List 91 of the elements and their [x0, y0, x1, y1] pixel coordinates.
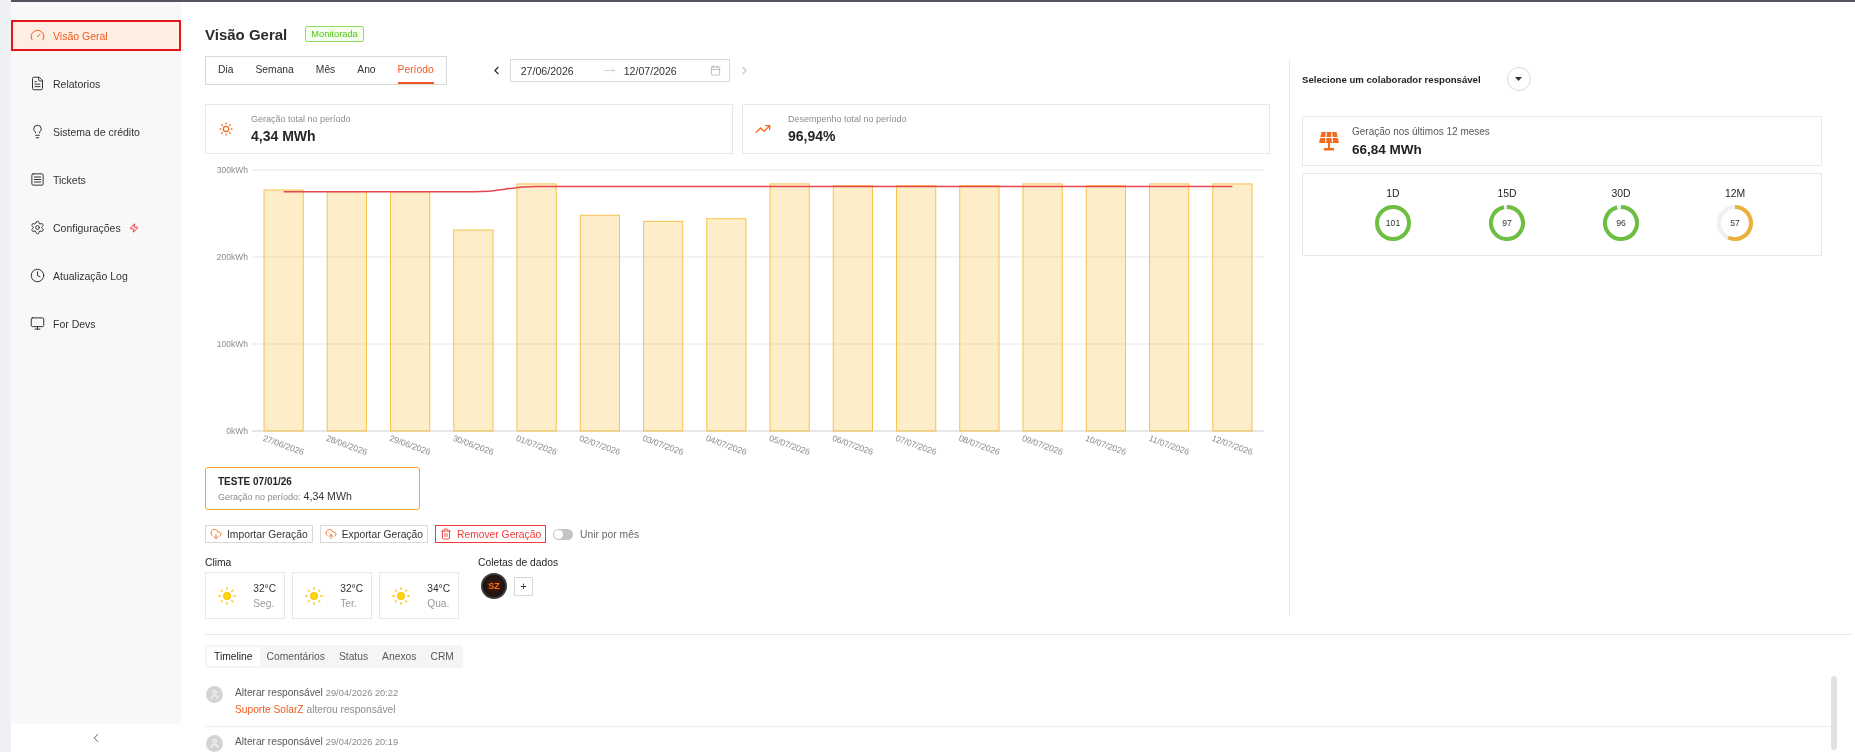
stat-value: 4,34 MWh	[251, 128, 317, 144]
action-button[interactable]: Exportar Geração	[319, 525, 428, 543]
stat-value: 96,94%	[788, 128, 837, 144]
gauge-value: 96	[1616, 218, 1626, 228]
temperature: 32°C	[340, 582, 363, 594]
sidebar-item[interactable]: Tickets	[11, 164, 181, 195]
progress-ring	[1489, 205, 1525, 241]
responsible-label: Selecione um colaborador responsável	[1302, 73, 1481, 85]
weekday: Ter.	[340, 597, 358, 609]
plant-name: TESTE 07/01/26	[218, 475, 293, 487]
lightbulb-icon	[30, 124, 45, 139]
sidebar-item[interactable]: Configurações	[11, 212, 181, 243]
weekday: Qua.	[427, 597, 450, 609]
activity-tab[interactable]: Comentários	[259, 647, 332, 666]
gauge-value: 57	[1730, 218, 1740, 228]
date-range-field[interactable]: 27/06/2026 12/07/2026	[509, 59, 730, 82]
activity-tab[interactable]: CRM	[423, 647, 461, 666]
add-source-button[interactable]: +	[514, 576, 533, 596]
list-icon	[30, 172, 45, 187]
period-label: 15D	[1497, 187, 1517, 200]
activity-tab[interactable]: Status	[331, 647, 376, 666]
caret-down-icon	[1515, 77, 1523, 81]
gauge-icon	[30, 28, 45, 43]
weekday: Seg.	[253, 597, 276, 609]
status-tag: Monitorada	[305, 26, 364, 42]
period-tab[interactable]: Período	[397, 57, 434, 84]
source-avatar[interactable]: SZ	[481, 573, 507, 599]
merge-toggle[interactable]	[553, 528, 574, 540]
sidebar-item[interactable]: Sistema de crédito	[11, 116, 181, 147]
progress-ring	[1375, 205, 1411, 241]
document-icon	[30, 76, 45, 91]
clock-icon	[30, 268, 45, 283]
gauge-value: 97	[1502, 218, 1512, 228]
plant-generation-label: Geração no período:	[218, 491, 301, 502]
calendar-icon	[709, 65, 721, 76]
start-date-value: 27/06/2026	[520, 64, 574, 77]
plant-generation-value: 4,34 MWh	[303, 489, 352, 502]
y-axis-label: 300kWh	[216, 165, 248, 175]
sun-icon	[304, 585, 324, 606]
timeline-action: Alterar responsável	[235, 686, 323, 699]
sun-icon	[391, 585, 411, 606]
timeline-action: Alterar responsável	[235, 735, 323, 748]
period-tab[interactable]: Semana	[255, 57, 294, 84]
timeline-time: 29/04/2026 20:19	[325, 736, 399, 749]
stat-label: Geração total no período	[251, 114, 351, 124]
solar-panel-icon	[1318, 131, 1340, 151]
y-axis-label: 100kWh	[216, 339, 248, 349]
generation-label: Geração nos últimos 12 meses	[1352, 125, 1490, 137]
period-tab[interactable]: Dia	[218, 57, 234, 84]
period-tab[interactable]: Mês	[315, 57, 336, 84]
progress-ring	[1603, 205, 1639, 241]
generation-value: 66,84 MWh	[1352, 141, 1423, 157]
actor-link[interactable]: Suporte SolarZ	[235, 703, 304, 716]
period-label: 1D	[1386, 187, 1400, 200]
action-button[interactable]: Remover Geração	[435, 525, 547, 543]
section-title: Coletas de dados	[478, 556, 559, 569]
y-axis-label: 0kWh	[226, 426, 248, 436]
activity-tab[interactable]: Anexos	[375, 647, 424, 666]
page-title: Visão Geral	[205, 25, 288, 43]
collapse-button[interactable]	[11, 724, 181, 752]
scrollbar-thumb[interactable]	[1831, 676, 1837, 750]
toggle-label: Unir por mês	[580, 528, 640, 540]
y-axis-label: 200kWh	[216, 252, 248, 262]
timeline-detail: alterou responsável	[306, 703, 396, 716]
arrow-right-icon	[603, 65, 615, 76]
action-button[interactable]: Importar Geração	[205, 525, 313, 543]
gauge-value: 101	[1385, 218, 1401, 228]
sun-icon	[218, 121, 234, 137]
responsible-dropdown[interactable]	[1506, 67, 1531, 91]
monitor-icon	[30, 316, 45, 331]
avatar-icon	[206, 686, 223, 703]
cloud-download-icon	[210, 528, 222, 540]
period-label: 30D	[1611, 187, 1631, 200]
section-title: Clima	[205, 556, 233, 569]
trash-icon	[440, 528, 452, 540]
cloud-upload-icon	[324, 528, 337, 540]
sidebar-item[interactable]: Atualização Log	[11, 260, 181, 291]
temperature: 32°C	[253, 582, 276, 594]
stat-label: Desempenho total no período	[788, 114, 907, 124]
progress-ring	[1717, 205, 1753, 241]
sun-icon	[217, 585, 237, 606]
period-tab[interactable]: Ano	[357, 57, 376, 84]
end-date-value: 12/07/2026	[623, 64, 677, 77]
sidebar-item[interactable]: Relatorios	[11, 68, 181, 99]
timeline-time: 29/04/2026 20:22	[325, 687, 399, 700]
period-label: 12M	[1724, 187, 1746, 200]
settings-icon	[30, 220, 45, 235]
sidebar-item[interactable]: For Devs	[11, 308, 181, 339]
activity-tab[interactable]: Timeline	[207, 647, 260, 666]
plant-card[interactable]: TESTE 07/01/26 Geração no período: 4,34 MWh	[205, 467, 420, 510]
temperature: 34°C	[427, 582, 450, 594]
